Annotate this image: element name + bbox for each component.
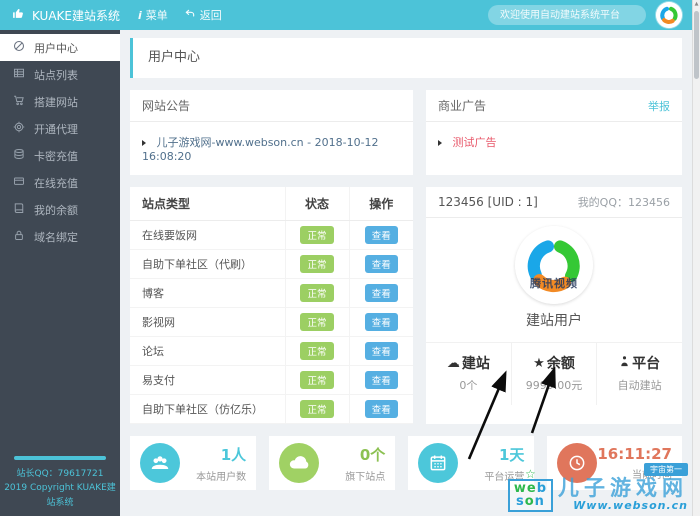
col-action: 操作	[348, 187, 413, 221]
card-sites: 0个 旗下站点	[269, 436, 396, 490]
scrollbar-thumb[interactable]	[694, 11, 699, 79]
profile-panel: 123456 [UID : 1] 我的QQ：123456 腾讯视频 建站用户 ☁…	[426, 187, 682, 424]
status-badge: 正常	[300, 371, 334, 389]
table-row: 论坛 正常 查看	[130, 336, 413, 366]
user-avatar[interactable]	[656, 2, 682, 28]
site-table-panel: 站点类型 状态 操作 在线要饭网 正常 查看 自助下单社区（代刷） 正常 查看 …	[130, 187, 413, 424]
report-link[interactable]: 举报	[648, 98, 670, 114]
announcement-panel: 网站公告 儿子游戏网-www.webson.cn - 2018-10-12 16…	[130, 90, 413, 175]
search-input[interactable]	[488, 5, 646, 25]
card-recharge-icon	[13, 148, 25, 163]
site-table: 站点类型 状态 操作 在线要饭网 正常 查看 自助下单社区（代刷） 正常 查看 …	[130, 187, 413, 424]
status-badge: 正常	[300, 226, 334, 244]
table-row: 自助下单社区（仿亿乐） 正常 查看	[130, 394, 413, 424]
app-window: KUAKE建站系统 i 菜单 返回 欢迎使用自动建站系统平台 用户中心 站点列表…	[0, 0, 700, 516]
cloud-icon: ☁	[446, 355, 460, 371]
status-badge: 正常	[300, 400, 334, 418]
avatar-brand-text: 腾讯视频	[530, 277, 578, 290]
balance-icon	[13, 202, 25, 217]
table-row: 在线要饭网 正常 查看	[130, 220, 413, 250]
agent-icon	[13, 121, 25, 136]
status-badge: 正常	[300, 342, 334, 360]
online-recharge-icon	[13, 175, 25, 190]
view-button[interactable]: 查看	[364, 226, 398, 244]
scrollbar-up-arrow[interactable]: ▲	[693, 0, 700, 9]
status-badge: 正常	[300, 313, 334, 331]
watermark: ☆ web son 宇宙第一 儿子游戏网 Www.webson.cn	[507, 457, 688, 512]
profile-avatar[interactable]: 腾讯视频	[515, 226, 593, 304]
menu-button[interactable]: i 菜单	[138, 7, 168, 23]
header-menu: i 菜单 返回	[138, 7, 222, 23]
watermark-badge: 宇宙第一	[644, 462, 688, 476]
col-status: 状态	[284, 187, 349, 221]
view-button[interactable]: 查看	[364, 371, 398, 389]
watermark-title: 儿子游戏网	[558, 475, 688, 500]
info-icon: i	[138, 8, 142, 22]
bullet-triangle-icon	[438, 140, 442, 146]
view-button[interactable]: 查看	[364, 400, 398, 418]
profile-uid: 123456 [UID : 1]	[438, 195, 538, 209]
table-row: 易支付 正常 查看	[130, 365, 413, 395]
users-icon	[140, 443, 180, 483]
status-badge: 正常	[300, 284, 334, 302]
announcement-title: 网站公告	[142, 99, 191, 113]
calendar-icon	[418, 443, 459, 483]
status-badge: 正常	[300, 255, 334, 273]
cloud-icon	[279, 443, 320, 483]
col-site-type: 站点类型	[130, 187, 285, 221]
profile-stats: ☁ 建站 0个 ★ 余额 9999.00元 平台 自动建站	[426, 342, 682, 405]
person-icon	[619, 355, 630, 372]
sidebar-item-user-center[interactable]: 用户中心	[0, 34, 120, 61]
sidebar-item-card-recharge[interactable]: 卡密充值	[0, 142, 120, 169]
profile-role: 建站用户	[526, 313, 582, 329]
sidebar-footer: 站长QQ：79617721 2019 Copyright KUAKE建站系统	[0, 455, 120, 510]
watermark-url: Www.webson.cn	[573, 499, 688, 512]
top-header: KUAKE建站系统 i 菜单 返回	[0, 0, 692, 30]
stat-platform: 平台 自动建站	[596, 343, 682, 405]
table-row: 博客 正常 查看	[130, 278, 413, 308]
sidebar-item-site-list[interactable]: 站点列表	[0, 61, 120, 88]
view-button[interactable]: 查看	[364, 284, 398, 302]
star-icon: ★	[533, 355, 545, 371]
announcement-link[interactable]: 儿子游戏网-www.webson.cn - 2018-10-12 16:08:2…	[142, 136, 379, 163]
balance-value: 9999.00元	[525, 379, 583, 392]
sidebar-item-agent[interactable]: 开通代理	[0, 115, 120, 142]
card-users: 1人 本站用户数	[130, 436, 257, 490]
ads-panel: 商业广告 举报 测试广告	[426, 90, 682, 175]
star-outline-icon: ☆	[525, 467, 536, 481]
webson-logo: ☆ web son	[507, 468, 553, 512]
back-arrow-icon	[184, 8, 196, 22]
table-row: 影视网 正常 查看	[130, 307, 413, 337]
ads-title: 商业广告	[438, 99, 487, 113]
page-title: 用户中心	[130, 38, 682, 78]
table-row: 自助下单社区（代刷） 正常 查看	[130, 249, 413, 279]
lock-icon	[13, 229, 25, 244]
app-logo: KUAKE建站系统	[0, 7, 120, 24]
profile-qq: 我的QQ：123456	[577, 196, 670, 209]
ad-link[interactable]: 测试广告	[453, 136, 497, 149]
stat-balance: ★ 余额 9999.00元	[510, 343, 597, 405]
stat-build: ☁ 建站 0个	[446, 355, 490, 393]
site-list-icon	[13, 67, 25, 82]
thumbs-up-icon	[12, 7, 25, 23]
sidebar-item-domain-bind[interactable]: 域名绑定	[0, 223, 120, 250]
webmaster-qq: 站长QQ：79617721	[16, 468, 104, 479]
sidebar-item-build-site[interactable]: 搭建网站	[0, 88, 120, 115]
vertical-scrollbar[interactable]: ▲	[692, 0, 700, 516]
user-center-icon	[13, 40, 25, 55]
view-button[interactable]: 查看	[364, 342, 398, 360]
view-button[interactable]: 查看	[364, 313, 398, 331]
back-button[interactable]: 返回	[184, 7, 222, 23]
bullet-triangle-icon	[142, 140, 146, 146]
footer-divider	[14, 455, 106, 460]
sidebar-item-online-recharge[interactable]: 在线充值	[0, 169, 120, 196]
main-content: 用户中心 网站公告 儿子游戏网-www.webson.cn - 2018-10-…	[120, 30, 692, 516]
build-site-icon	[13, 94, 25, 109]
view-button[interactable]: 查看	[364, 255, 398, 273]
sidebar-item-balance[interactable]: 我的余额	[0, 196, 120, 223]
copyright: 2019 Copyright KUAKE建站系统	[4, 483, 116, 508]
app-title: KUAKE建站系统	[32, 8, 120, 23]
sidebar: 用户中心 站点列表 搭建网站 开通代理 卡密充值 在线充值 我的余额 域名绑定 …	[0, 30, 120, 516]
